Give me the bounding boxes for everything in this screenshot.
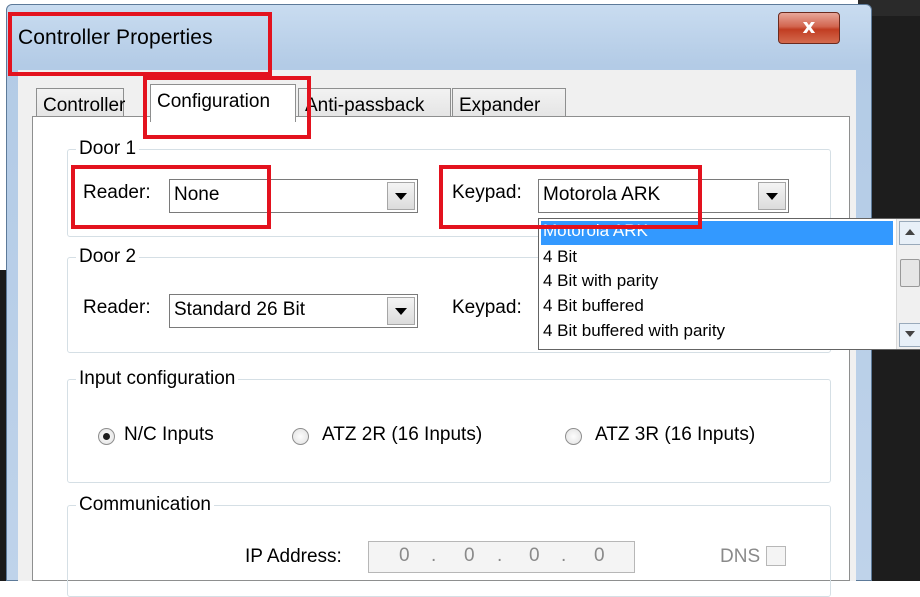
highlight-door1-keypad xyxy=(439,165,702,229)
dropdown-scrollbar[interactable] xyxy=(896,219,920,349)
highlight-door1-reader xyxy=(71,165,271,229)
scroll-down-icon[interactable] xyxy=(899,323,920,347)
ip-separator: . xyxy=(561,545,567,566)
door2-reader-value: Standard 26 Bit xyxy=(174,299,305,320)
dns-label: DNS xyxy=(720,546,761,567)
ip-separator: . xyxy=(431,545,437,566)
radio-nc-inputs[interactable] xyxy=(98,428,115,445)
dns-checkbox[interactable] xyxy=(766,546,786,566)
chevron-down-icon[interactable] xyxy=(387,182,415,210)
ip-octet: 0 xyxy=(594,545,605,566)
radio-atz3r[interactable] xyxy=(565,428,582,445)
communication-label: Communication xyxy=(76,494,214,516)
radio-nc-inputs-label: N/C Inputs xyxy=(124,424,214,445)
highlight-configuration-tab xyxy=(143,76,311,139)
dropdown-option[interactable]: 4 Bit xyxy=(541,247,893,271)
scroll-up-icon[interactable] xyxy=(899,221,920,245)
radio-atz3r-label: ATZ 3R (16 Inputs) xyxy=(595,424,756,445)
dropdown-option[interactable]: 4 Bit buffered xyxy=(541,296,893,320)
door1-group-label: Door 1 xyxy=(76,138,140,160)
close-button[interactable]: x xyxy=(778,12,840,44)
radio-atz2r[interactable] xyxy=(292,428,309,445)
tab-label: Anti-passback xyxy=(305,95,425,116)
ip-octet: 0 xyxy=(529,545,540,566)
keypad-dropdown-list: Motorola ARK 4 Bit 4 Bit with parity 4 B… xyxy=(538,218,920,350)
input-configuration-label: Input configuration xyxy=(76,368,239,390)
door2-reader-label: Reader: xyxy=(83,297,151,318)
ip-octet: 0 xyxy=(399,545,410,566)
close-icon: x xyxy=(802,14,816,38)
dropdown-option[interactable]: 4 Bit buffered with parity xyxy=(541,321,893,345)
ip-separator: . xyxy=(497,545,503,566)
scroll-thumb[interactable] xyxy=(900,259,920,287)
ip-octet: 0 xyxy=(464,545,475,566)
radio-atz2r-label: ATZ 2R (16 Inputs) xyxy=(322,424,483,445)
door2-keypad-label: Keypad: xyxy=(452,297,522,318)
tab-label: Controller xyxy=(43,95,126,116)
chevron-down-icon[interactable] xyxy=(387,297,415,325)
dropdown-option[interactable]: 4 Bit with parity xyxy=(541,271,893,295)
ip-address-label: IP Address: xyxy=(245,546,342,567)
tab-label: Expander xyxy=(459,95,541,116)
chevron-down-icon[interactable] xyxy=(758,182,786,210)
highlight-window-title xyxy=(8,12,272,76)
door2-reader-select[interactable]: Standard 26 Bit xyxy=(169,294,418,328)
door2-group-label: Door 2 xyxy=(76,246,140,268)
ip-address-field[interactable]: 0 . 0 . 0 . 0 xyxy=(368,541,635,573)
